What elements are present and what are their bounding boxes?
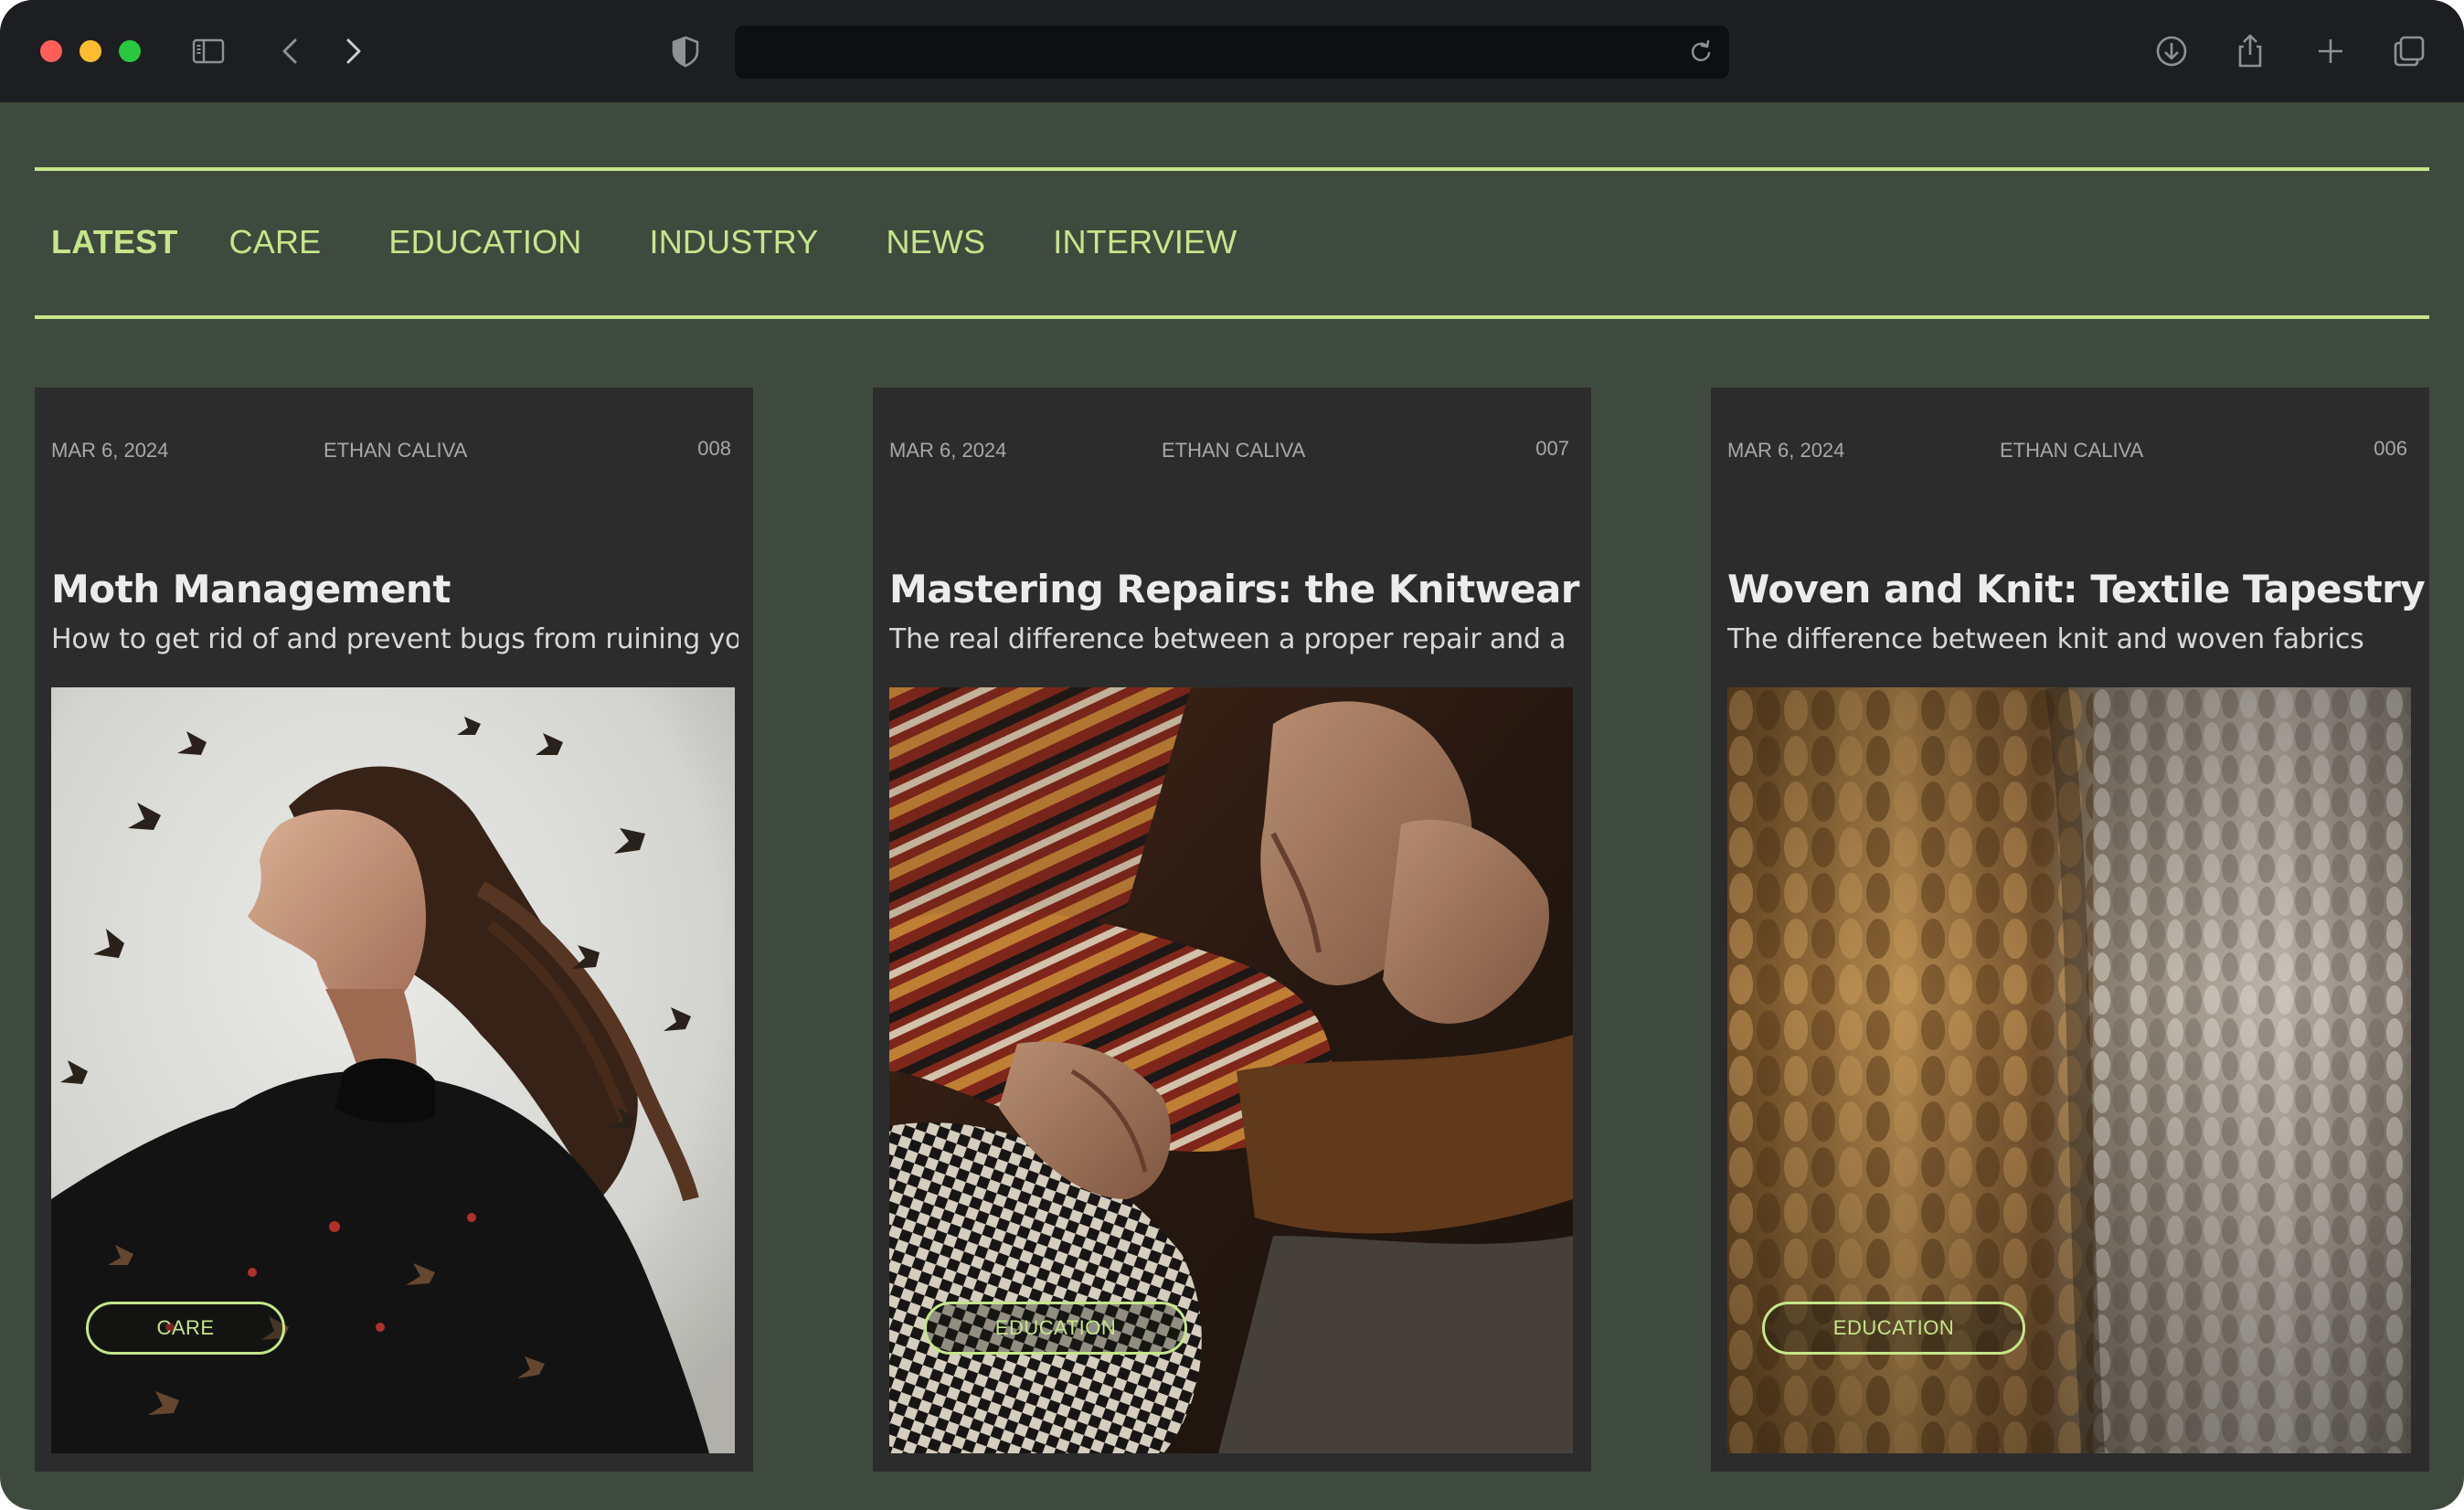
nav-top-divider <box>35 167 2429 171</box>
article-title[interactable]: Woven and Knit: Textile Tapestry <box>1727 567 2426 611</box>
category-tag-button[interactable]: EDUCATION <box>1762 1302 2025 1355</box>
address-bar[interactable] <box>735 26 1729 79</box>
tabs-overview-icon[interactable] <box>2385 27 2433 75</box>
url-input[interactable] <box>753 37 1649 68</box>
nav-bottom-divider <box>35 315 2429 319</box>
share-icon[interactable] <box>2226 27 2274 75</box>
back-icon[interactable] <box>267 27 314 75</box>
article-card[interactable]: MAR 6, 2024 ETHAN CALIVA 008 Moth Manage… <box>35 388 753 1472</box>
browser-window: LATEST CARE EDUCATION INDUSTRY NEWS INTE… <box>0 0 2464 1510</box>
article-meta: MAR 6, 2024 ETHAN CALIVA 006 <box>1727 437 2413 466</box>
nav-item-industry[interactable]: INDUSTRY <box>650 223 819 261</box>
sidebar-icon[interactable] <box>185 27 232 75</box>
nav-item-latest[interactable]: LATEST <box>51 223 178 261</box>
maximize-window-button[interactable] <box>119 40 141 62</box>
nav-item-interview[interactable]: INTERVIEW <box>1053 223 1237 261</box>
article-date: MAR 6, 2024 <box>889 439 1007 462</box>
article-meta: MAR 6, 2024 ETHAN CALIVA 007 <box>889 437 1575 466</box>
article-number: 006 <box>2374 437 2407 460</box>
article-card[interactable]: MAR 6, 2024 ETHAN CALIVA 007 Mastering R… <box>873 388 1591 1472</box>
category-tag-button[interactable]: CARE <box>86 1302 285 1355</box>
article-title[interactable]: Mastering Repairs: the Knitwear <box>889 567 1584 611</box>
article-number: 007 <box>1535 437 1569 460</box>
article-card[interactable]: MAR 6, 2024 ETHAN CALIVA 006 Woven and K… <box>1711 388 2429 1472</box>
nav-item-education[interactable]: EDUCATION <box>388 223 581 261</box>
category-nav: LATEST CARE EDUCATION INDUSTRY NEWS INTE… <box>35 210 1304 274</box>
shield-icon[interactable] <box>662 27 709 75</box>
article-title[interactable]: Moth Management <box>51 567 746 611</box>
minimize-window-button[interactable] <box>80 40 101 62</box>
article-author: ETHAN CALIVA <box>2000 439 2144 462</box>
article-excerpt: The difference between knit and woven fa… <box>1727 623 2364 655</box>
article-excerpt: How to get rid of and prevent bugs from … <box>51 623 738 655</box>
nav-item-news[interactable]: NEWS <box>886 223 985 261</box>
article-excerpt: The real difference between a proper rep… <box>889 623 1567 655</box>
article-meta: MAR 6, 2024 ETHAN CALIVA 008 <box>51 437 737 466</box>
nav-item-care[interactable]: CARE <box>229 223 322 261</box>
reload-icon[interactable] <box>1687 38 1715 66</box>
browser-toolbar <box>0 0 2464 102</box>
article-author: ETHAN CALIVA <box>1162 439 1306 462</box>
forward-icon[interactable] <box>329 27 377 75</box>
new-tab-icon[interactable] <box>2307 27 2354 75</box>
category-tag-button[interactable]: EDUCATION <box>924 1302 1187 1355</box>
download-icon[interactable] <box>2148 27 2195 75</box>
close-window-button[interactable] <box>40 40 62 62</box>
article-date: MAR 6, 2024 <box>1727 439 1845 462</box>
article-date: MAR 6, 2024 <box>51 439 169 462</box>
article-number: 008 <box>697 437 731 460</box>
article-author: ETHAN CALIVA <box>324 439 468 462</box>
